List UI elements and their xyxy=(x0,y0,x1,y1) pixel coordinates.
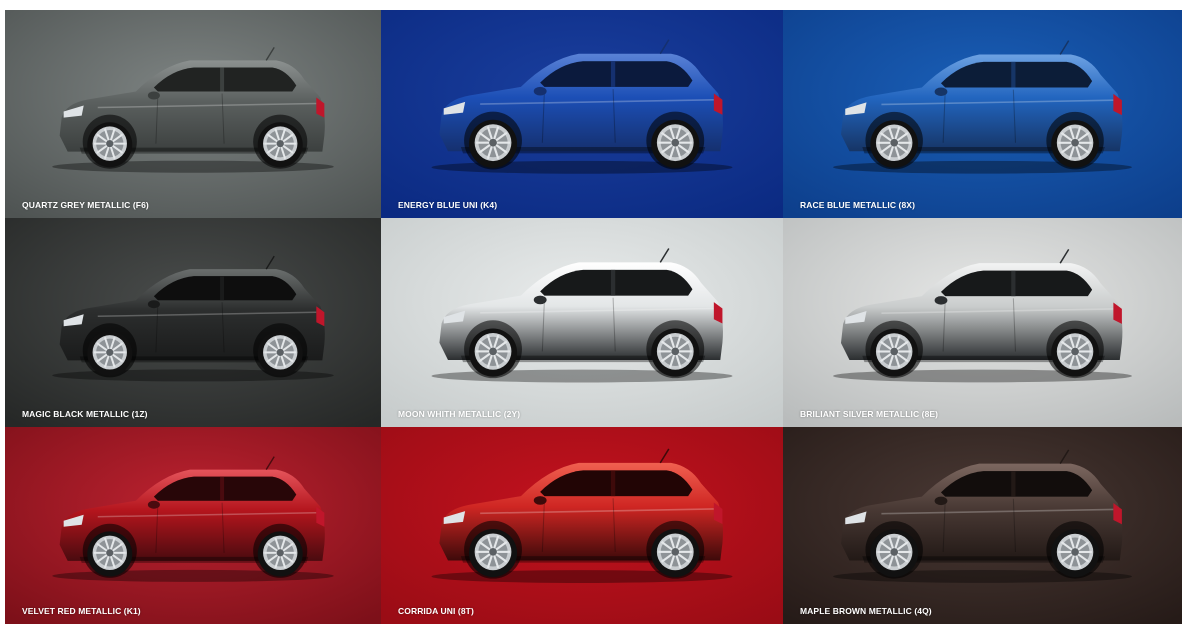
color-label: QUARTZ GREY METALLIC (F6) xyxy=(22,200,149,210)
color-tile-maple-brown[interactable]: MAPLE BROWN METALLIC (4Q) xyxy=(783,427,1182,624)
color-tile-briliant-silver[interactable]: BRILIANT SILVER METALLIC (8E) xyxy=(783,218,1182,427)
color-label: MAGIC BLACK METALLIC (1Z) xyxy=(22,409,148,419)
color-label: RACE BLUE METALLIC (8X) xyxy=(800,200,915,210)
color-label: ENERGY BLUE UNI (K4) xyxy=(398,200,498,210)
car-icon xyxy=(783,10,1182,218)
color-label: MAPLE BROWN METALLIC (4Q) xyxy=(800,606,932,616)
color-tile-energy-blue[interactable]: ENERGY BLUE UNI (K4) xyxy=(381,10,783,218)
color-label: CORRIDA UNI (8T) xyxy=(398,606,474,616)
car-icon xyxy=(783,218,1182,427)
color-swatch-grid: QUARTZ GREY METALLIC (F6) ENERGY BLUE UN… xyxy=(5,10,1182,624)
color-tile-moon-white[interactable]: MOON WHITH METALLIC (2Y) xyxy=(381,218,783,427)
color-tile-race-blue[interactable]: RACE BLUE METALLIC (8X) xyxy=(783,10,1182,218)
color-label: MOON WHITH METALLIC (2Y) xyxy=(398,409,521,419)
color-tile-velvet-red[interactable]: VELVET RED METALLIC (K1) xyxy=(5,427,381,624)
car-icon xyxy=(381,218,783,427)
car-icon xyxy=(5,427,381,624)
color-tile-quartz-grey[interactable]: QUARTZ GREY METALLIC (F6) xyxy=(5,10,381,218)
color-label: BRILIANT SILVER METALLIC (8E) xyxy=(800,409,939,419)
car-icon xyxy=(783,427,1182,624)
car-icon xyxy=(5,10,381,218)
car-icon xyxy=(381,10,783,218)
car-icon xyxy=(5,218,381,427)
color-label: VELVET RED METALLIC (K1) xyxy=(22,606,141,616)
color-tile-corrida-red[interactable]: CORRIDA UNI (8T) xyxy=(381,427,783,624)
color-tile-magic-black[interactable]: MAGIC BLACK METALLIC (1Z) xyxy=(5,218,381,427)
car-icon xyxy=(381,427,783,624)
